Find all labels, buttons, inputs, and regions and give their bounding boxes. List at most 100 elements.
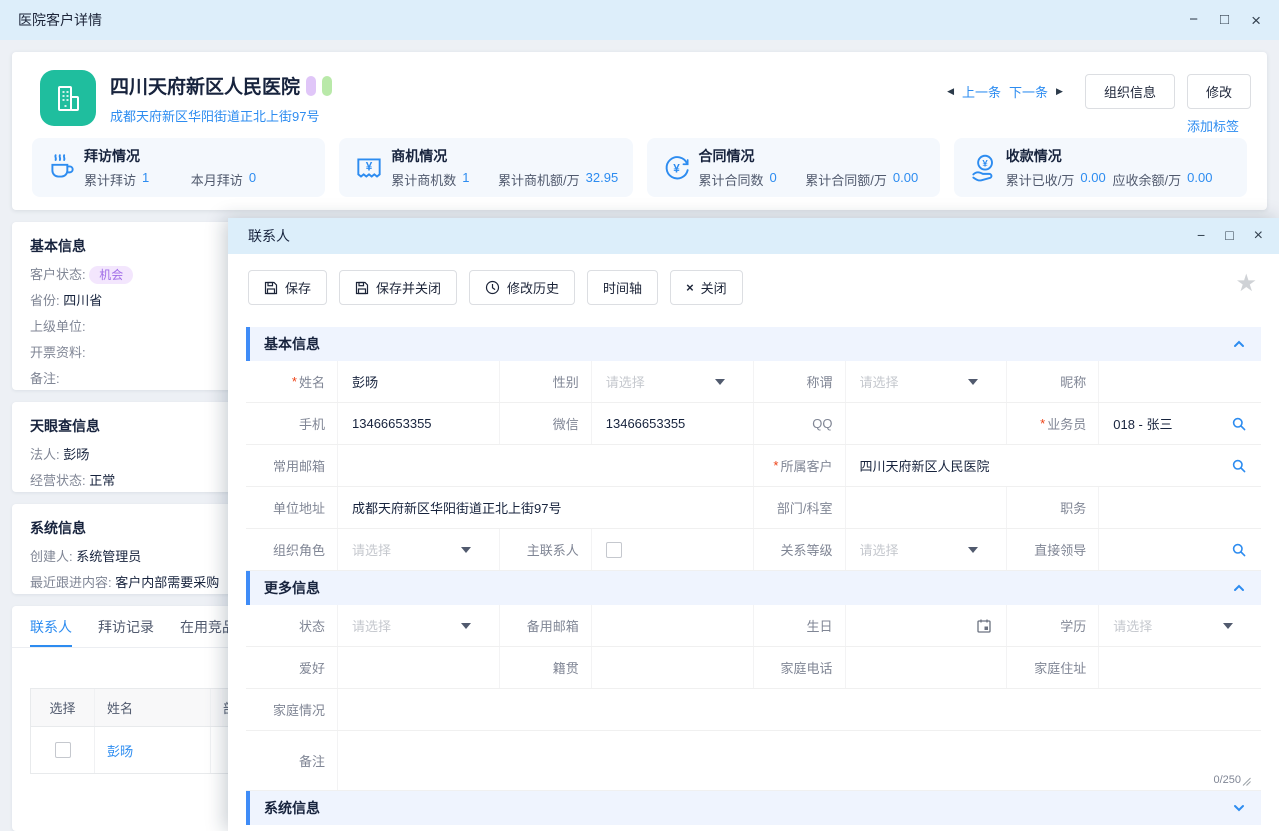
stat-title: 合同情况 <box>699 146 926 166</box>
address-input[interactable]: 成都天府新区华阳街道正北上街97号 <box>338 487 753 528</box>
wechat-input[interactable]: 13466653355 <box>592 403 753 444</box>
field-label: 经营状态: <box>30 473 86 488</box>
metric-label: 累计商机额/万 <box>498 170 580 189</box>
field-direct-leader: 直接领导 <box>1007 529 1261 570</box>
direct-leader-lookup[interactable] <box>1099 529 1261 570</box>
remark-textarea[interactable]: 0/250 <box>338 731 1261 790</box>
metric-value: 0 <box>770 170 777 189</box>
customer-actions: ◀ 上一条 下一条 ▶ 组织信息 修改 <box>947 74 1251 109</box>
section-header-system: 系统信息 <box>246 791 1261 825</box>
next-arrow-icon[interactable]: ▶ <box>1056 86 1063 97</box>
edit-button[interactable]: 修改 <box>1187 74 1251 109</box>
stat-card-opportunities: ¥ 商机情况 累计商机数1 累计商机额/万32.95 <box>339 138 632 197</box>
birthday-date-picker[interactable] <box>846 605 1007 646</box>
yen-cycle-icon: ¥ <box>661 152 699 184</box>
chevron-down-icon[interactable] <box>1231 800 1247 816</box>
prev-arrow-icon[interactable]: ◀ <box>947 86 954 97</box>
close-icon[interactable]: × <box>1251 12 1261 29</box>
nickname-input[interactable] <box>1099 361 1261 402</box>
dropdown-caret-icon <box>715 379 725 385</box>
email-input[interactable] <box>338 445 753 486</box>
dropdown-caret-icon <box>1223 623 1233 629</box>
calendar-icon[interactable] <box>976 618 992 634</box>
field-label: 最近跟进内容: <box>30 575 112 590</box>
metric-value: 0 <box>249 170 256 189</box>
org-info-button[interactable]: 组织信息 <box>1085 74 1175 109</box>
row-checkbox[interactable] <box>55 742 71 758</box>
field-primary-contact: 主联系人 <box>500 529 754 570</box>
stat-card-visits: 拜访情况 累计拜访1 本月拜访0 <box>32 138 325 197</box>
department-input[interactable] <box>846 487 1007 528</box>
modal-titlebar: 联系人 − □ × <box>228 218 1279 254</box>
org-role-select[interactable]: 请选择 <box>338 529 499 570</box>
close-button[interactable]: × 关闭 <box>670 270 743 305</box>
mobile-input[interactable]: 13466653355 <box>338 403 499 444</box>
search-icon[interactable] <box>1231 542 1247 558</box>
tab-visit-records[interactable]: 拜访记录 <box>98 606 154 647</box>
salesman-lookup[interactable]: 018 - 张三 <box>1099 403 1261 444</box>
minimize-icon[interactable]: − <box>1189 12 1198 29</box>
customer-address: 成都天府新区华阳街道正北上街97号 <box>110 106 332 125</box>
contact-modal: 联系人 − □ × 保存 保存并关闭 修改历史 时间轴 × 关闭 ★ <box>228 218 1279 831</box>
metric-label: 应收余额/万 <box>1113 170 1182 189</box>
hometown-input[interactable] <box>592 647 753 688</box>
chevron-up-icon[interactable] <box>1231 580 1247 596</box>
stat-card-payments: ¥ 收款情况 累计已收/万0.00 应收余额/万0.00 <box>954 138 1247 197</box>
edit-history-button[interactable]: 修改历史 <box>469 270 575 305</box>
modal-title: 联系人 <box>248 226 290 246</box>
home-phone-input[interactable] <box>846 647 1007 688</box>
resize-handle-icon[interactable] <box>1242 777 1251 786</box>
customer-name: 四川天府新区人民医院 <box>110 72 300 99</box>
backup-email-input[interactable] <box>592 605 753 646</box>
home-address-input[interactable] <box>1099 647 1261 688</box>
contact-name-link[interactable]: 彭旸 <box>107 741 133 760</box>
maximize-icon[interactable]: □ <box>1220 12 1229 29</box>
add-tag-link[interactable]: 添加标签 <box>1187 116 1239 135</box>
dropdown-caret-icon <box>968 547 978 553</box>
primary-contact-checkbox[interactable] <box>606 542 622 558</box>
search-icon[interactable] <box>1231 416 1247 432</box>
record-pager: ◀ 上一条 下一条 ▶ <box>947 82 1063 101</box>
column-header-name: 姓名 <box>95 689 211 726</box>
dropdown-caret-icon <box>461 547 471 553</box>
chevron-up-icon[interactable] <box>1231 336 1247 352</box>
family-input[interactable] <box>338 689 1261 730</box>
salutation-select[interactable]: 请选择 <box>846 361 1007 402</box>
hobby-input[interactable] <box>338 647 499 688</box>
education-select[interactable]: 请选择 <box>1099 605 1261 646</box>
metric-label: 累计合同数 <box>699 170 764 189</box>
customer-lookup[interactable]: 四川天府新区人民医院 <box>846 445 1262 486</box>
metric-label: 累计商机数 <box>391 170 456 189</box>
position-input[interactable] <box>1099 487 1261 528</box>
qq-input[interactable] <box>846 403 1007 444</box>
gender-select[interactable]: 请选择 <box>592 361 753 402</box>
metric-value: 0.00 <box>1080 170 1105 189</box>
tab-contacts[interactable]: 联系人 <box>30 606 72 647</box>
timeline-button[interactable]: 时间轴 <box>587 270 658 305</box>
customer-identity: 四川天府新区人民医院 成都天府新区华阳街道正北上街97号 <box>110 70 332 126</box>
field-qq: QQ <box>754 403 1008 444</box>
close-icon[interactable]: × <box>1254 227 1263 245</box>
field-salutation: 称谓 请选择 <box>754 361 1008 402</box>
status-select[interactable]: 请选择 <box>338 605 499 646</box>
prev-record-link[interactable]: 上一条 <box>962 82 1001 101</box>
field-label: 上级单位: <box>30 319 86 334</box>
save-button[interactable]: 保存 <box>248 270 327 305</box>
minimize-icon[interactable]: − <box>1197 227 1205 245</box>
favorite-star-icon[interactable]: ★ <box>1235 272 1257 296</box>
stat-title: 收款情况 <box>1006 146 1233 166</box>
metric-value: 1 <box>462 170 469 189</box>
field-salesman: *业务员 018 - 张三 <box>1007 403 1261 444</box>
window-title: 医院客户详情 <box>18 10 102 30</box>
name-input[interactable]: 彭旸 <box>338 361 499 402</box>
save-and-close-button[interactable]: 保存并关闭 <box>339 270 457 305</box>
relation-level-select[interactable]: 请选择 <box>846 529 1007 570</box>
customer-summary-card: 四川天府新区人民医院 成都天府新区华阳街道正北上街97号 ◀ 上一条 下一条 ▶… <box>12 52 1267 210</box>
next-record-link[interactable]: 下一条 <box>1009 82 1048 101</box>
field-org-role: 组织角色 请选择 <box>246 529 500 570</box>
maximize-icon[interactable]: □ <box>1225 227 1233 245</box>
field-label: 开票资料: <box>30 345 86 360</box>
close-x-icon: × <box>686 280 694 295</box>
dropdown-caret-icon <box>968 379 978 385</box>
search-icon[interactable] <box>1231 458 1247 474</box>
